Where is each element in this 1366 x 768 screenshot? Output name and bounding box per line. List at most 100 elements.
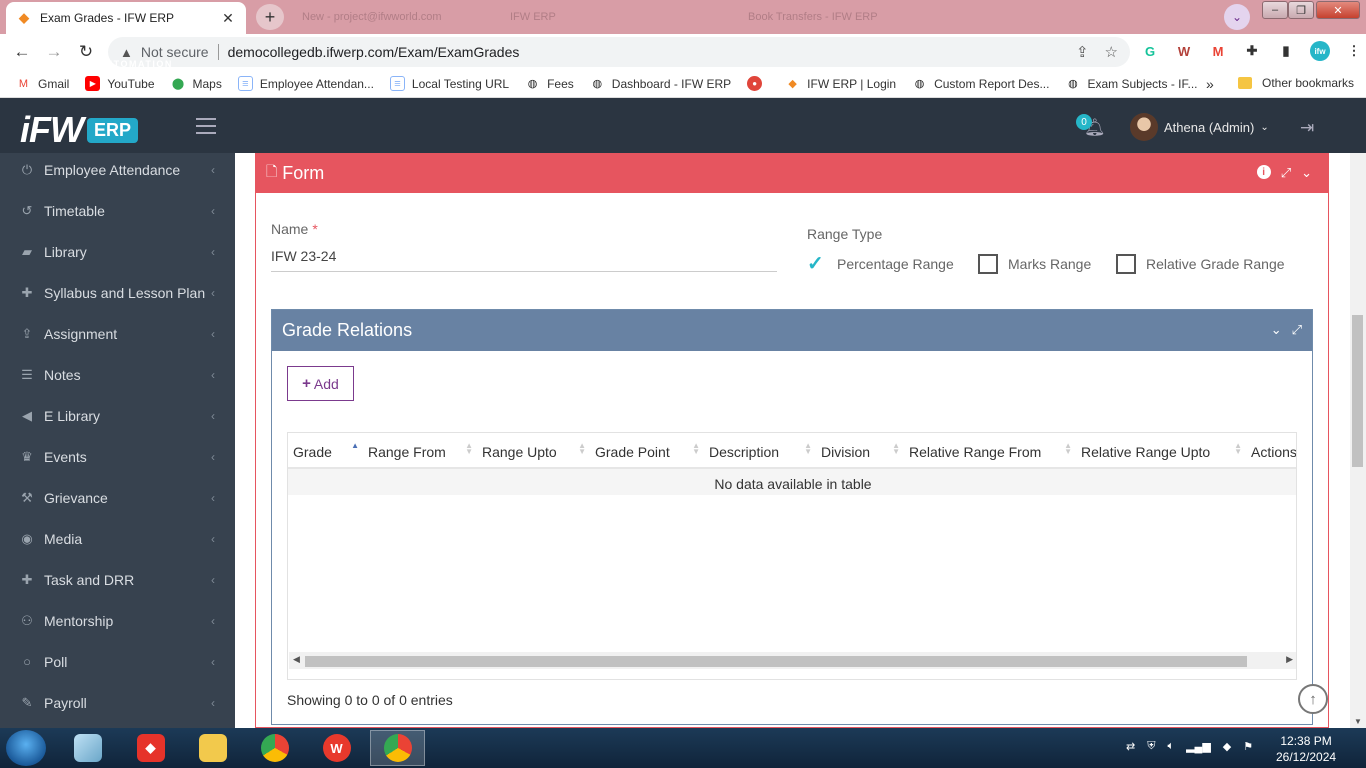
other-bookmarks[interactable]: Other bookmarks [1238, 76, 1354, 90]
taskbar-clock[interactable]: 12:38 PM 26/12/2024 [1276, 733, 1336, 765]
chevron-left-icon: ‹ [211, 490, 215, 505]
bookmark-exam-subjects[interactable]: ◍ Exam Subjects - IF... [1065, 76, 1197, 91]
sidebar-item-events[interactable]: ♛ Events ‹ [0, 436, 235, 477]
taskbar-app-notes[interactable] [60, 730, 115, 766]
signal-icon[interactable]: ▂▄▆ [1186, 740, 1211, 753]
anydesk-tray-icon[interactable]: ◆ [1223, 740, 1231, 753]
close-window-button[interactable]: ✕ [1316, 1, 1360, 19]
scrollbar-thumb[interactable] [305, 656, 1247, 667]
network-devices-icon[interactable]: ⇄ [1126, 740, 1135, 753]
logout-icon[interactable]: ⇥ [1300, 118, 1314, 138]
taskbar-app-explorer[interactable] [185, 730, 240, 766]
sidebar-item-payroll[interactable]: ✎ Payroll ‹ [0, 682, 235, 723]
scroll-to-top-button[interactable]: ↑ [1298, 684, 1328, 714]
scrollbar-thumb[interactable] [1352, 315, 1363, 467]
flag-icon[interactable]: ⚑ [1243, 740, 1253, 753]
name-input[interactable]: IFW 23-24 [271, 248, 336, 264]
sidebar-item-notes[interactable]: ☰ Notes ‹ [0, 354, 235, 395]
taskbar-app-wps[interactable]: W [309, 730, 364, 766]
sidebar-item-task-drr[interactable]: ✚ Task and DRR ‹ [0, 559, 235, 600]
user-menu[interactable]: Athena (Admin) ⌄ [1130, 113, 1269, 141]
column-label: Range From [368, 444, 446, 460]
bookmark-local-testing[interactable]: ≡ Local Testing URL [389, 76, 509, 91]
more-bookmarks-chevron-icon[interactable]: » [1206, 76, 1214, 92]
scroll-down-icon[interactable]: ▼ [1354, 717, 1362, 726]
new-tab-button[interactable]: + [256, 4, 284, 30]
info-icon[interactable]: i [1256, 165, 1271, 179]
sidebar-item-timetable[interactable]: ↺ Timetable ‹ [0, 190, 235, 231]
extension-w-icon[interactable]: W [1174, 41, 1194, 61]
column-header-relative-range-from[interactable]: Relative Range From ▲ ▼ [904, 433, 1076, 468]
sidebar-item-mentorship[interactable]: ⚇ Mentorship ‹ [0, 600, 235, 641]
bookmark-ifw-login[interactable]: ◆ IFW ERP | Login [785, 76, 896, 91]
taskbar-app-chrome-active[interactable] [370, 730, 425, 766]
scroll-left-icon[interactable]: ◀ [293, 654, 300, 665]
bookmark-youtube[interactable]: ▶ YouTube [85, 76, 155, 91]
sidebar-item-library[interactable]: ▰ Library ‹ [0, 231, 235, 272]
form-panel: 🗋︎ Form i ⤢ ⌄ Name * IFW 23-24 Range Type… [255, 153, 1329, 728]
kebab-menu-icon[interactable]: ⋮ [1344, 41, 1364, 61]
bookmark-star-icon[interactable]: ☆ [1105, 43, 1118, 61]
column-header-description[interactable]: Description ▲ ▼ [704, 433, 816, 468]
sidepanel-icon[interactable]: ▮ [1276, 41, 1296, 61]
grammarly-icon[interactable]: G [1140, 41, 1160, 61]
taskbar-app-anydesk[interactable]: ◆ [123, 730, 178, 766]
column-header-grade-point[interactable]: Grade Point ▲ ▼ [590, 433, 704, 468]
puzzle-extensions-icon[interactable]: ✚ [1242, 41, 1262, 61]
sidebar-item-assignment[interactable]: ⇪ Assignment ‹ [0, 313, 235, 354]
bookmark-dashboard[interactable]: ◍ Dashboard - IFW ERP [590, 76, 731, 91]
relative-grade-range-checkbox[interactable]: Relative Grade Range [1116, 254, 1285, 274]
minimize-button[interactable]: – [1262, 1, 1288, 19]
bookmark-record[interactable]: ● [747, 76, 769, 91]
user-name: Athena (Admin) [1164, 119, 1255, 135]
sidebar-item-grievance[interactable]: ⚒ Grievance ‹ [0, 477, 235, 518]
column-header-grade[interactable]: Grade ▲ [288, 433, 363, 468]
expand-icon[interactable]: ⤢ [1281, 165, 1291, 181]
chevron-left-icon: ‹ [211, 162, 215, 177]
column-header-division[interactable]: Division ▲ ▼ [816, 433, 904, 468]
tab-background-1[interactable]: New - project@ifwworld.com [290, 4, 490, 30]
app-logo[interactable]: iFW ERP [20, 112, 138, 148]
start-button[interactable] [6, 730, 46, 766]
gmail-extension-icon[interactable]: M [1208, 41, 1228, 61]
marks-range-checkbox[interactable]: Marks Range [978, 254, 1091, 274]
sidebar-item-e-library[interactable]: ◀ E Library ‹ [0, 395, 235, 436]
chevron-down-icon[interactable]: ⌄ [1301, 165, 1312, 181]
sort-icon: ▲ ▼ [465, 441, 473, 456]
scroll-right-icon[interactable]: ▶ [1286, 654, 1293, 665]
security-icon[interactable]: ⛨ [1147, 740, 1155, 753]
hamburger-menu-icon[interactable] [196, 118, 216, 139]
page-vertical-scrollbar[interactable]: ▼ [1350, 153, 1366, 728]
share-icon[interactable]: ⇪ [1076, 43, 1089, 61]
bookmark-custom-report[interactable]: ◍ Custom Report Des... [912, 76, 1050, 91]
sidebar-item-media[interactable]: ◉ Media ‹ [0, 518, 235, 559]
horizontal-scrollbar[interactable]: ◀ ▶ [289, 652, 1296, 669]
wps-icon: W [322, 734, 351, 762]
bookmark-fees[interactable]: ◍ Fees [525, 76, 574, 91]
column-header-relative-range-upto[interactable]: Relative Range Upto ▲ ▼ [1076, 433, 1246, 468]
column-header-range-from[interactable]: Range From ▲ ▼ [363, 433, 477, 468]
column-header-range-upto[interactable]: Range Upto ▲ ▼ [477, 433, 590, 468]
bookmark-maps[interactable]: ⬤ Maps [171, 76, 222, 91]
sidebar-item-employee-attendance[interactable]: ⏻ Employee Attendance ‹ [0, 153, 235, 190]
name-input-underline [271, 271, 777, 272]
close-tab-icon[interactable]: ✕ [220, 10, 236, 27]
bookmark-gmail[interactable]: M Gmail [16, 76, 69, 91]
taskbar-app-chrome[interactable] [247, 730, 302, 766]
sidebar-item-poll[interactable]: ○ Poll ‹ [0, 641, 235, 682]
chevron-down-icon[interactable]: ⌄ [1271, 322, 1282, 338]
profile-icon[interactable]: ifw [1310, 41, 1330, 61]
expand-icon[interactable]: ⤢ [1292, 322, 1302, 338]
tab-background-3[interactable]: Book Transfers - IFW ERP [736, 4, 966, 30]
tab-background-2[interactable]: IFW ERP [498, 4, 728, 30]
column-header-actions[interactable]: Actions [1246, 433, 1296, 468]
maximize-button[interactable]: ❐ [1288, 1, 1314, 19]
percentage-range-checkbox[interactable]: ✓ Percentage Range [807, 254, 954, 274]
sidebar-item-syllabus[interactable]: ✚ Syllabus and Lesson Plan ‹ [0, 272, 235, 313]
tab-search-icon[interactable]: ⌄ [1224, 4, 1250, 30]
volume-icon[interactable]: 🔈︎ [1167, 740, 1174, 753]
tab-active[interactable]: ◆ Exam Grades - IFW ERP ✕ [6, 2, 246, 34]
bookmark-employee-attendance[interactable]: ≡ Employee Attendan... [237, 76, 374, 91]
add-button[interactable]: + Add [287, 366, 354, 401]
address-bar[interactable]: ▲ Not secure democollegedb.ifwerp.com/Ex… [108, 37, 1130, 67]
